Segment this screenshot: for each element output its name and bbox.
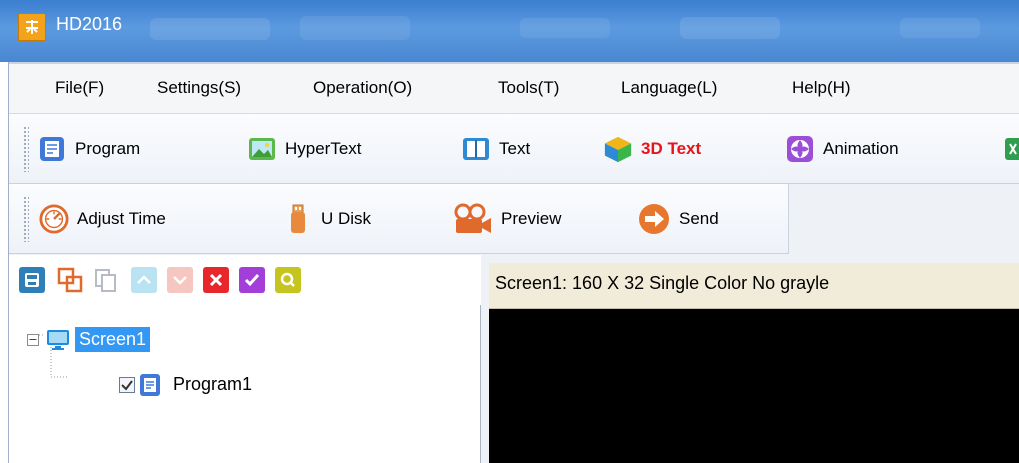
hypertext-button[interactable]: HyperText — [247, 129, 362, 169]
check-icon[interactable] — [239, 267, 265, 293]
delete-icon[interactable] — [203, 267, 229, 293]
text-label: Text — [499, 139, 531, 158]
excel-button[interactable] — [999, 129, 1019, 169]
text-button[interactable]: Text — [461, 129, 530, 169]
duplicate-icon[interactable] — [57, 267, 83, 293]
menu-bar: File(F) Settings(S) Operation(O) Tools(T… — [9, 62, 1019, 114]
tree-node-program[interactable]: Program1 — [119, 372, 256, 397]
menu-tools[interactable]: Tools(T) — [498, 78, 559, 98]
program-icon — [37, 134, 67, 164]
move-down-icon[interactable] — [167, 267, 193, 293]
excel-icon — [999, 134, 1019, 164]
main-window: File(F) Settings(S) Operation(O) Tools(T… — [8, 62, 1019, 463]
adjust-time-button[interactable]: Adjust Time — [39, 199, 166, 239]
3d-text-label: 3D Text — [641, 139, 702, 158]
tree-lines — [39, 334, 69, 378]
program-button[interactable]: Program — [37, 129, 140, 169]
screen-preview[interactable]: Screen1: 160 X 32 Single Color No grayle — [489, 263, 1019, 463]
collapse-icon[interactable]: − — [27, 333, 39, 346]
save-icon[interactable] — [19, 267, 45, 293]
menu-help[interactable]: Help(H) — [792, 78, 851, 98]
animation-icon — [785, 134, 815, 164]
hypertext-icon — [247, 134, 277, 164]
title-bar: HD2016 — [0, 0, 1019, 62]
animation-label: Animation — [823, 139, 899, 158]
paste-icon[interactable] — [93, 267, 119, 293]
text-icon — [461, 134, 491, 164]
app-logo-icon — [18, 13, 46, 41]
screen-label[interactable]: Screen1 — [75, 327, 151, 352]
3d-text-button[interactable]: 3D Text — [603, 129, 701, 169]
move-up-icon[interactable] — [131, 267, 157, 293]
send-label: Send — [679, 209, 719, 228]
toolbar-actions: Adjust Time U Disk Preview Send — [9, 184, 789, 254]
toolbar-grip-2[interactable] — [23, 196, 29, 242]
u-disk-button[interactable]: U Disk — [283, 199, 371, 239]
adjust-time-icon — [39, 204, 69, 234]
tree-toolbar — [9, 255, 481, 305]
search-icon[interactable] — [275, 267, 301, 293]
send-icon — [637, 204, 671, 234]
program-tree-panel: − Screen1 Program1 — [9, 255, 481, 463]
program-tree-label[interactable]: Program1 — [169, 372, 256, 397]
screen-info-header: Screen1: 160 X 32 Single Color No grayle — [489, 263, 1019, 309]
monitor-icon — [45, 328, 71, 352]
program-checkbox[interactable] — [119, 376, 135, 393]
u-disk-label: U Disk — [321, 209, 372, 228]
hypertext-label: HyperText — [285, 139, 362, 158]
menu-language[interactable]: Language(L) — [621, 78, 717, 98]
program-label: Program — [75, 139, 141, 158]
3d-text-icon — [603, 134, 633, 164]
tree-node-screen[interactable]: − Screen1 — [27, 327, 151, 352]
window-title: HD2016 — [56, 14, 123, 34]
preview-button[interactable]: Preview — [453, 199, 561, 239]
preview-icon — [453, 203, 493, 234]
menu-file[interactable]: File(F) — [55, 78, 104, 98]
menu-operation[interactable]: Operation(O) — [313, 78, 412, 98]
send-button[interactable]: Send — [637, 199, 719, 239]
animation-button[interactable]: Animation — [785, 129, 899, 169]
toolbar-insert: Program HyperText Text 3D Text Animation — [9, 114, 1019, 184]
toolbar-grip[interactable] — [23, 126, 29, 172]
preview-label: Preview — [501, 209, 562, 228]
u-disk-icon — [283, 204, 313, 234]
menu-settings[interactable]: Settings(S) — [157, 78, 241, 98]
program-tree-icon — [139, 373, 161, 397]
adjust-time-label: Adjust Time — [77, 209, 166, 228]
